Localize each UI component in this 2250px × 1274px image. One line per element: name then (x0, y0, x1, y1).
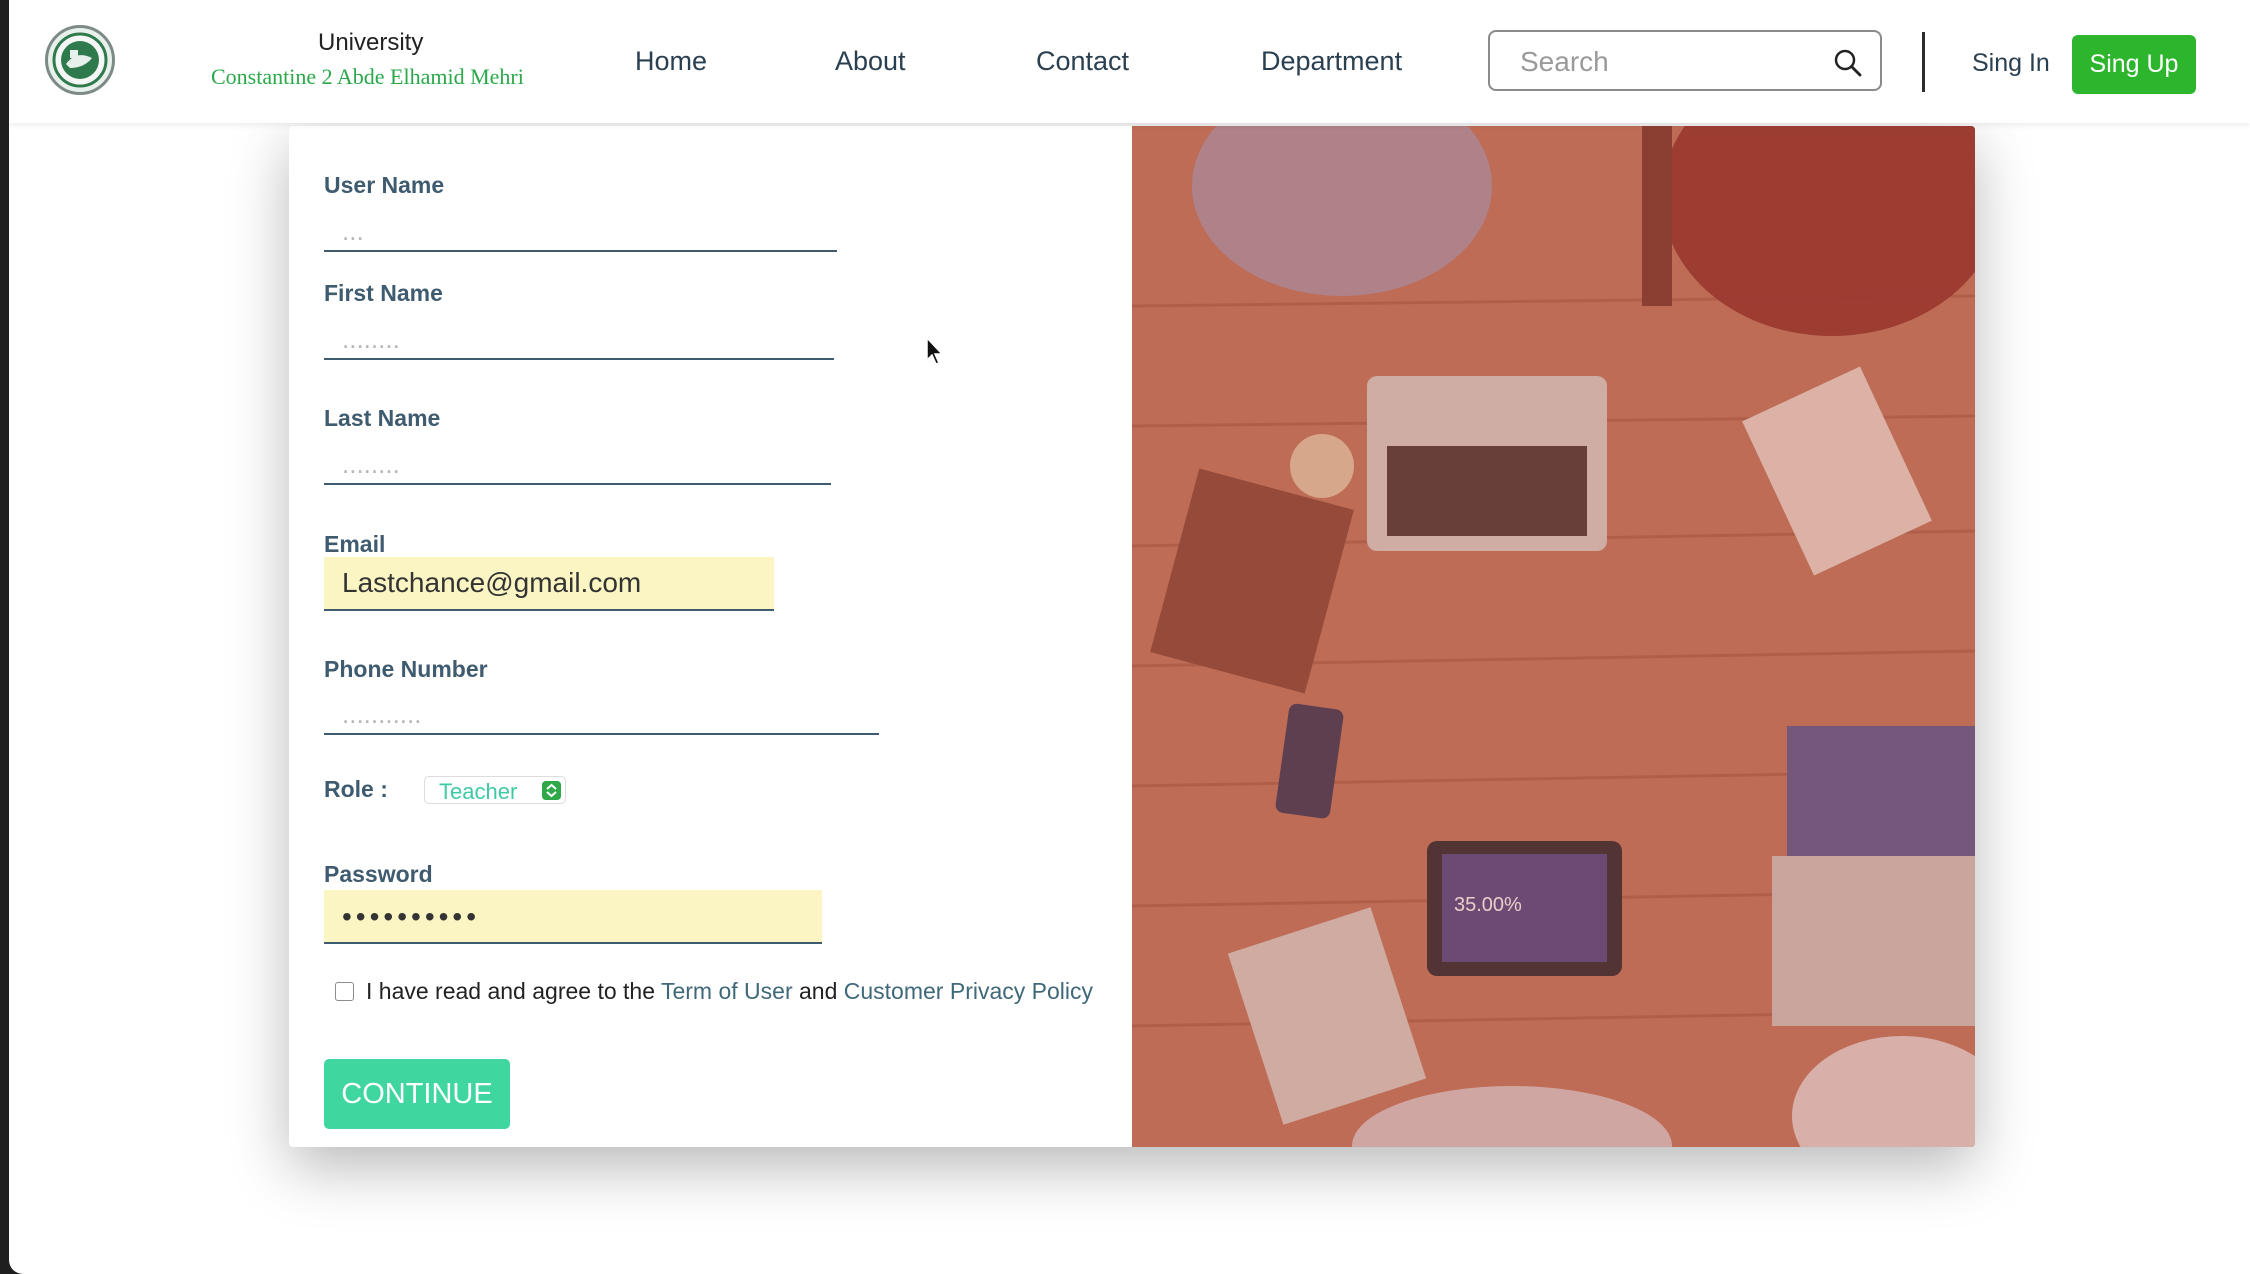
mouse-cursor-icon (926, 336, 944, 365)
search-box (1488, 30, 1882, 91)
email-field[interactable] (324, 557, 774, 611)
nav-department[interactable]: Department (1261, 46, 1402, 77)
header-divider (1922, 32, 1925, 92)
nav-home[interactable]: Home (635, 46, 707, 77)
agree-checkbox[interactable] (335, 982, 354, 1001)
registration-card: User Name First Name Last Name Email Pho… (289, 126, 1975, 1147)
role-select[interactable]: Teacher (424, 776, 566, 804)
search-icon[interactable] (1833, 48, 1863, 78)
browser-window: University Constantine 2 Abde Elhamid Me… (9, 0, 2250, 1274)
role-stepper-icon (542, 781, 561, 800)
team-meeting-illustration: 35.00% (1132, 126, 1975, 1147)
password-field[interactable]: •••••••••• (324, 890, 822, 944)
university-logo-icon[interactable] (45, 25, 115, 95)
firstname-field[interactable] (324, 320, 834, 360)
agreement-text: I have read and agree to the Term of Use… (366, 978, 1093, 1005)
email-label: Email (324, 531, 386, 557)
agreement-prefix: I have read and agree to the (366, 978, 661, 1004)
continue-button[interactable]: CONTINUE (324, 1059, 510, 1129)
lastname-field[interactable] (324, 445, 831, 485)
terms-link[interactable]: Term of User (661, 978, 793, 1004)
lastname-label: Last Name (324, 405, 441, 431)
password-label: Password (324, 861, 433, 887)
search-input[interactable] (1518, 42, 1822, 82)
privacy-policy-link[interactable]: Customer Privacy Policy (844, 978, 1093, 1004)
phone-field[interactable] (324, 695, 879, 735)
role-label: Role : (324, 776, 388, 802)
site-header: University Constantine 2 Abde Elhamid Me… (9, 0, 2250, 123)
username-label: User Name (324, 172, 445, 198)
phone-label: Phone Number (324, 656, 488, 682)
brand-subtitle: Constantine 2 Abde Elhamid Mehri (211, 64, 524, 89)
hero-photo: 35.00% (1132, 126, 1975, 1147)
sign-in-link[interactable]: Sing In (1972, 49, 2050, 78)
registration-form: User Name First Name Last Name Email Pho… (289, 126, 1132, 1147)
firstname-label: First Name (324, 280, 443, 306)
sign-up-button[interactable]: Sing Up (2072, 35, 2196, 94)
nav-about[interactable]: About (835, 46, 906, 77)
role-select-value: Teacher (439, 779, 518, 804)
nav-contact[interactable]: Contact (1036, 46, 1129, 77)
brand-title: University (318, 29, 424, 56)
agreement-middle: and (792, 978, 844, 1004)
username-field[interactable] (324, 212, 837, 252)
